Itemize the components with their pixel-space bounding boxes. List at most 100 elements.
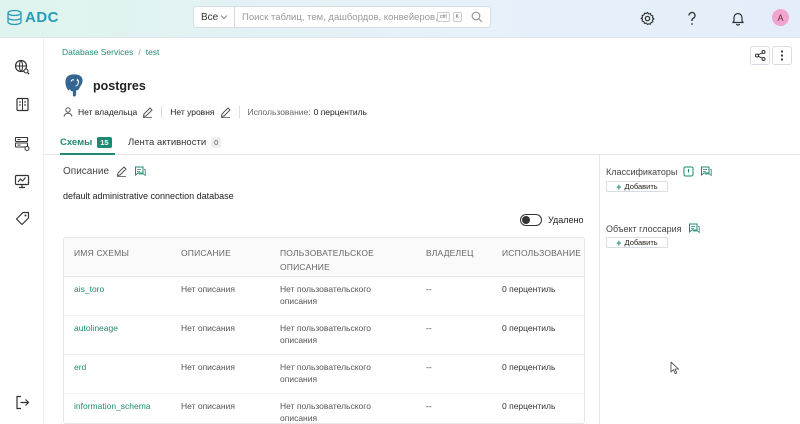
right-panel-divider <box>599 155 600 424</box>
server-icon <box>14 136 30 151</box>
share-icon <box>754 50 765 61</box>
header-actions <box>750 46 792 65</box>
sidebar-item-glossary[interactable] <box>13 95 31 113</box>
pencil-icon[interactable] <box>220 106 231 118</box>
schema-owner: -- <box>426 323 432 333</box>
column-header-custom-line-1: ПОЛЬЗОВАТЕЛЬСКОЕ <box>280 248 375 258</box>
table-row: erd Нет описания Нет пользовательского о… <box>64 355 584 394</box>
column-header-custom-line-2: ОПИСАНИЕ <box>280 262 330 272</box>
monitor-chart-icon <box>14 174 30 188</box>
tag-icon <box>15 211 29 225</box>
switch-knob <box>522 216 530 224</box>
custom-desc-line-1: Нет пользовательского <box>280 323 371 333</box>
plus-icon: + <box>616 181 622 192</box>
database-logo-icon <box>7 9 22 26</box>
request-description-icon[interactable] <box>134 166 146 177</box>
left-sidebar <box>0 38 44 424</box>
comment-icon[interactable] <box>688 223 700 234</box>
description-header: Описание <box>63 166 146 177</box>
tab-bar: Схемы 15 Лента активности 0 <box>44 130 800 155</box>
breadcrumb-separator: / <box>138 47 141 57</box>
search-scope-select[interactable]: Все <box>194 7 235 27</box>
column-header-description[interactable]: ОПИСАНИЕ <box>181 246 231 260</box>
tab-schemas[interactable]: Схемы 15 <box>60 137 112 148</box>
sidebar-item-tags[interactable] <box>13 209 31 227</box>
sidebar-item-explore[interactable] <box>13 58 31 76</box>
top-bar: ADC Все Поиск таблиц, тем, дашбордов, ко… <box>0 0 800 38</box>
tab-activity-feed-label: Лента активности <box>128 137 207 148</box>
add-glossary-term-button[interactable]: + Добавить <box>606 237 668 248</box>
usage-label: Использование: <box>247 107 311 117</box>
add-tag-label: Добавить <box>624 182 658 191</box>
share-button[interactable] <box>750 46 770 65</box>
sidebar-item-insights[interactable] <box>13 172 31 190</box>
tab-activity-feed[interactable]: Лента активности 0 <box>128 137 222 148</box>
sidebar-item-data-quality[interactable] <box>13 134 31 152</box>
deleted-switch[interactable] <box>520 214 542 226</box>
schema-usage: 0 перцентиль <box>502 284 556 294</box>
owner-info: Нет владельца <box>63 106 153 118</box>
glossary-title: Объект глоссария <box>606 223 682 234</box>
shortcut-key-ctrl: ctrl <box>436 12 450 22</box>
schema-custom-description: Нет пользовательского описания <box>280 361 371 385</box>
book-icon <box>15 97 29 111</box>
schema-description: Нет описания <box>181 323 235 333</box>
tab-schemas-count: 15 <box>97 137 112 148</box>
breadcrumb-current-link[interactable]: test <box>146 47 160 57</box>
schema-owner: -- <box>426 284 432 294</box>
custom-desc-line-2: описания <box>280 374 318 384</box>
add-tag-button[interactable]: + Добавить <box>606 181 668 192</box>
column-header-owner[interactable]: ВЛАДЕЛЕЦ <box>426 246 474 260</box>
breadcrumb-root-link[interactable]: Database Services <box>62 47 133 57</box>
tag-request-icon[interactable] <box>683 166 694 177</box>
database-name: postgres <box>93 79 146 93</box>
tier-info: Нет уровня <box>170 106 231 118</box>
custom-desc-line-2: описания <box>280 296 318 306</box>
user-avatar[interactable]: A <box>772 9 789 26</box>
schema-description: Нет описания <box>181 284 235 294</box>
schema-custom-description: Нет пользовательского описания <box>280 322 371 346</box>
pencil-icon[interactable] <box>116 166 127 177</box>
meta-divider <box>161 106 163 118</box>
schema-name-link[interactable]: autolineage <box>74 322 118 334</box>
table-row: ais_toro Нет описания Нет пользовательск… <box>64 277 584 316</box>
meta-divider <box>238 106 240 118</box>
schema-name-link[interactable]: erd <box>74 361 86 373</box>
custom-desc-line-2: описания <box>280 335 318 345</box>
column-header-custom-description[interactable]: ПОЛЬЗОВАТЕЛЬСКОЕ ОПИСАНИЕ <box>280 246 374 274</box>
schemas-table: ИМЯ СХЕМЫ ОПИСАНИЕ ПОЛЬЗОВАТЕЛЬСКОЕ ОПИС… <box>63 237 585 424</box>
column-header-usage[interactable]: ИСПОЛЬЗОВАНИЕ <box>502 246 581 260</box>
tab-schemas-label: Схемы <box>60 137 93 148</box>
question-mark-icon <box>688 11 696 25</box>
pencil-icon[interactable] <box>142 106 153 118</box>
custom-desc-line-1: Нет пользовательского <box>280 401 371 411</box>
column-header-name[interactable]: ИМЯ СХЕМЫ <box>74 246 129 260</box>
bell-icon <box>732 12 744 26</box>
search-input[interactable]: Поиск таблиц, тем, дашбордов, конвейеров… <box>235 12 437 23</box>
globe-search-icon <box>14 59 30 75</box>
schema-usage: 0 перцентиль <box>502 362 556 372</box>
postgres-elephant-icon <box>64 73 84 98</box>
schema-name-link[interactable]: information_schema <box>74 400 151 412</box>
search-icon[interactable] <box>471 11 483 23</box>
schema-description: Нет описания <box>181 362 235 372</box>
app-logo-text: ADC <box>25 9 59 26</box>
settings-button[interactable] <box>638 9 656 27</box>
notifications-button[interactable] <box>729 9 747 27</box>
sidebar-item-logout[interactable] <box>13 393 31 411</box>
table-row: autolineage Нет описания Нет пользовател… <box>64 316 584 355</box>
help-button[interactable] <box>683 9 701 27</box>
comment-icon[interactable] <box>700 166 713 177</box>
shortcut-key-k: K <box>452 12 462 22</box>
user-icon <box>63 107 73 117</box>
search-scope-value: Все <box>201 11 219 23</box>
schema-owner: -- <box>426 401 432 411</box>
tab-activity-feed-count: 0 <box>211 137 222 148</box>
tier-value: Нет уровня <box>170 107 215 117</box>
more-options-button[interactable] <box>772 46 792 65</box>
deleted-label: Удалено <box>548 215 584 225</box>
gear-icon <box>639 11 655 25</box>
mouse-cursor-icon <box>670 361 679 375</box>
schema-name-link[interactable]: ais_toro <box>74 283 104 295</box>
app-logo[interactable]: ADC <box>6 9 59 26</box>
